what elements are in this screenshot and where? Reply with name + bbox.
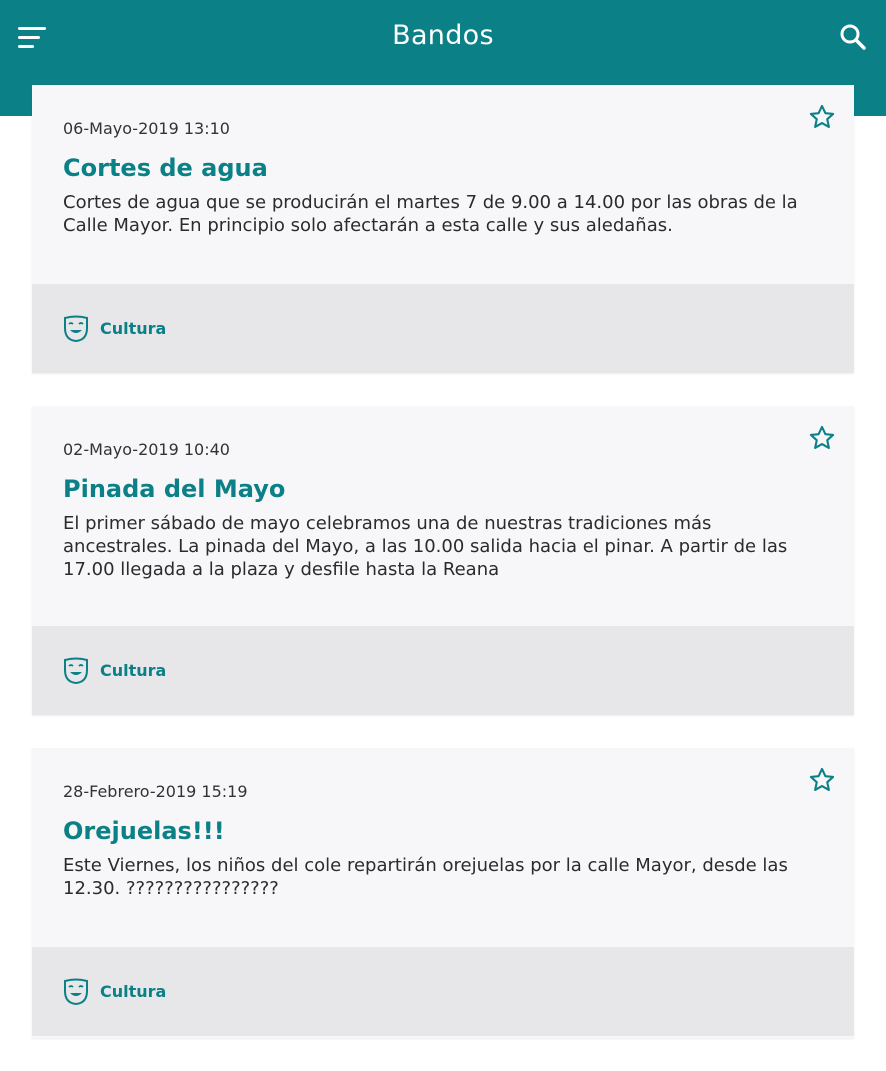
category-footer: Cultura <box>32 626 854 715</box>
star-outline-icon <box>809 767 835 791</box>
announcement-card[interactable]: 28-Febrero-2019 15:19 Orejuelas!!! Este … <box>32 748 854 1038</box>
category-footer: Cultura <box>32 947 854 1036</box>
star-outline-icon <box>809 425 835 449</box>
announcement-description: El primer sábado de mayo celebramos una … <box>63 513 788 580</box>
theater-mask-icon <box>64 657 88 684</box>
theater-mask-icon <box>64 978 88 1005</box>
search-icon <box>840 24 866 50</box>
search-button[interactable] <box>838 22 868 52</box>
announcement-card[interactable]: 02-Mayo-2019 10:40 Pinada del Mayo El pr… <box>32 406 854 715</box>
announcement-title: Orejuelas!!! <box>63 817 225 845</box>
category-label[interactable]: Cultura <box>100 982 166 1001</box>
announcement-date: 06-Mayo-2019 13:10 <box>63 119 230 138</box>
announcement-list: 06-Mayo-2019 13:10 Cortes de agua Cortes… <box>32 85 854 1071</box>
theater-mask-icon <box>64 315 88 342</box>
announcement-description: Cortes de agua que se producirán el mart… <box>63 192 798 236</box>
favorite-button[interactable] <box>808 103 836 131</box>
announcement-date: 02-Mayo-2019 10:40 <box>63 440 230 459</box>
announcement-description: Este Viernes, los niños del cole reparti… <box>63 855 788 899</box>
announcement-title: Cortes de agua <box>63 154 268 182</box>
favorite-button[interactable] <box>808 766 836 794</box>
page-title: Bandos <box>392 20 494 51</box>
category-label[interactable]: Cultura <box>100 319 166 338</box>
announcement-card[interactable]: 06-Mayo-2019 13:10 Cortes de agua Cortes… <box>32 85 854 373</box>
star-outline-icon <box>809 104 835 128</box>
category-label[interactable]: Cultura <box>100 661 166 680</box>
announcement-title: Pinada del Mayo <box>63 475 286 503</box>
category-footer: Cultura <box>32 284 854 373</box>
favorite-button[interactable] <box>808 424 836 452</box>
announcement-date: 28-Febrero-2019 15:19 <box>63 782 248 801</box>
